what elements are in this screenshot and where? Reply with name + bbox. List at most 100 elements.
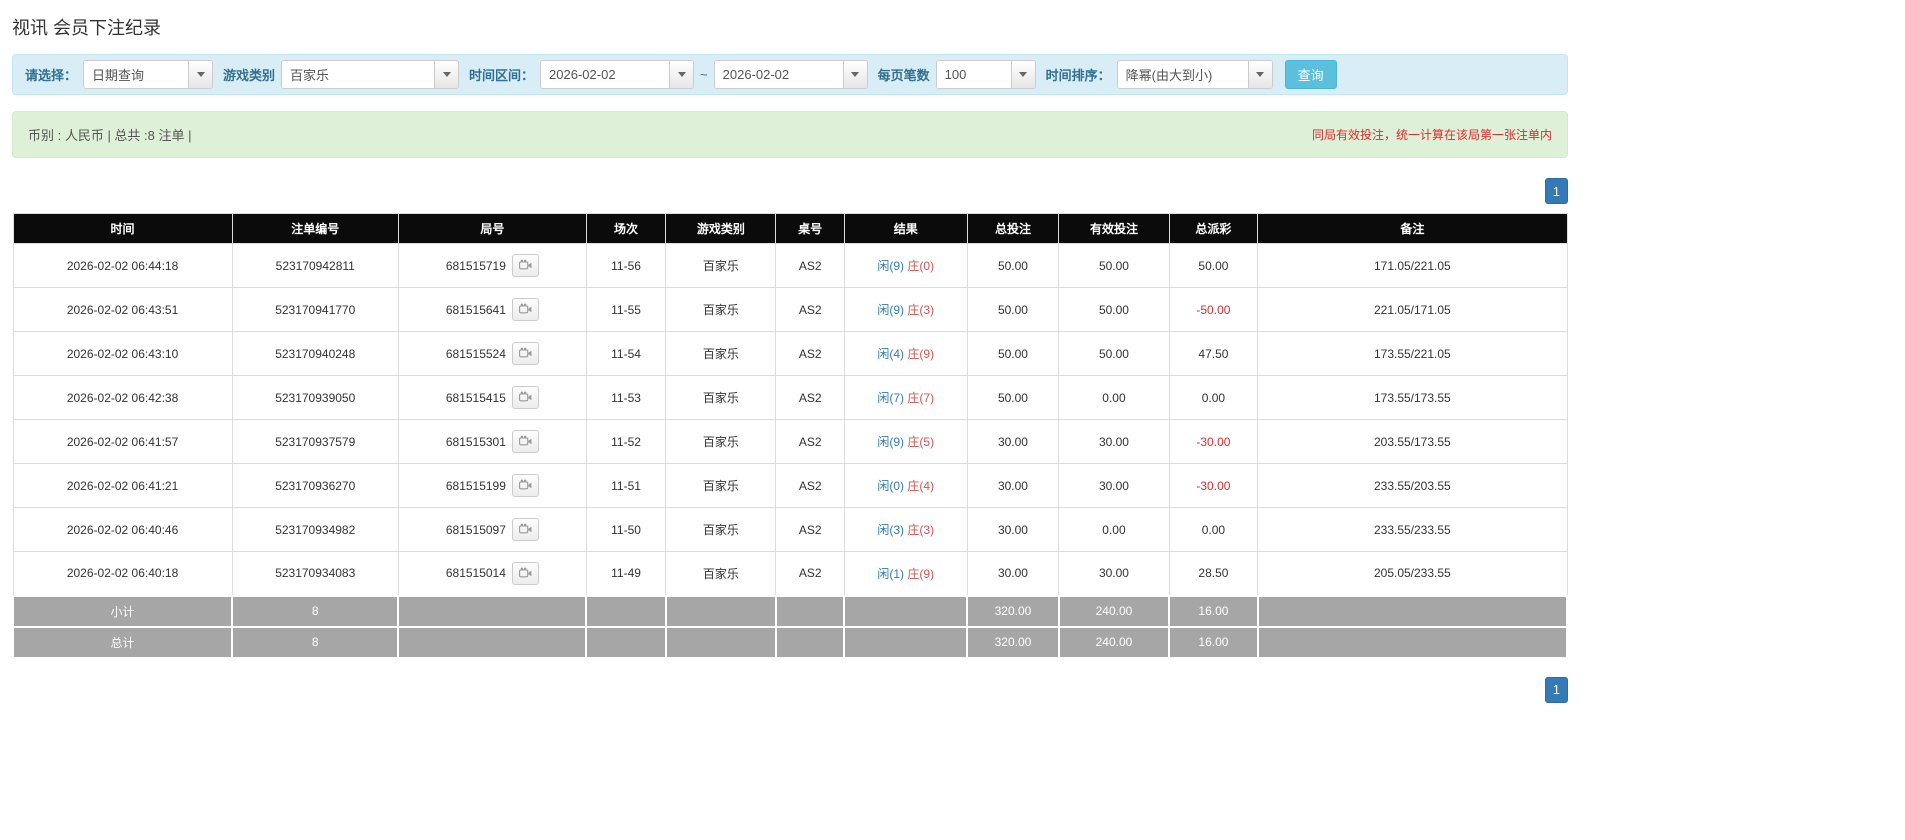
query-type-combobox[interactable] [83,60,214,89]
video-camera-icon [518,478,532,493]
bet-id-cell: 523170937579 [231,419,399,464]
page-1-button[interactable]: 1 [1544,178,1568,204]
sort-label: 时间排序： [1045,68,1111,83]
time-cell: 2026-02-02 06:42:38 [12,375,233,420]
bet-id-cell: 523170941770 [231,287,399,332]
video-camera-icon [518,522,532,537]
note-cell: 173.55/221.05 [1257,331,1568,376]
bet-id-cell: 523170934982 [231,507,399,552]
round-id-cell: 681515641 [397,287,587,332]
video-replay-button[interactable] [511,342,539,365]
caret-down-icon [1019,72,1028,77]
result-banker: 庄(7) [904,391,935,405]
page-1-button[interactable]: 1 [1544,676,1568,703]
session-cell: 11-53 [585,375,667,420]
per-page-input[interactable] [936,61,1011,88]
sort-dropdown-button[interactable] [1247,61,1272,88]
round-id-text: 681515097 [445,522,506,537]
video-replay-button[interactable] [511,386,539,409]
bet-table-summary: 小计 8 320.00 240.00 16.00 总计 8 320.00 240… [11,594,1569,659]
total-bet-cell[interactable]: 50.00 [966,331,1060,376]
time-cell: 2026-02-02 06:40:18 [12,551,233,596]
payout-cell: 0.00 [1168,375,1259,420]
total-bet-cell[interactable]: 50.00 [966,287,1060,332]
bet-row: 2026-02-02 06:42:38 523170939050 681515415… [12,375,1568,420]
subtotal-empty-cell [397,594,588,628]
session-cell: 11-51 [585,463,667,508]
video-replay-button[interactable] [511,430,539,453]
result-banker: 庄(4) [904,479,935,493]
valid-bet-cell: 30.00 [1058,463,1170,508]
result-banker: 庄(3) [904,523,935,537]
pagination-bottom: 1 [12,676,1568,703]
subtotal-label: 小计 [11,594,234,628]
game-type-dropdown-button[interactable] [434,61,459,88]
round-id-cell: 681515014 [397,551,587,596]
game-type-input[interactable] [282,61,435,88]
bet-table-body: 2026-02-02 06:44:18 523170942811 681515719… [12,243,1568,596]
per-page-combobox[interactable] [935,60,1036,89]
subtotal-empty-cell [1256,594,1569,628]
session-cell: 11-55 [585,287,667,332]
valid-bet-cell: 50.00 [1058,331,1170,376]
note-cell: 203.55/173.55 [1257,419,1568,464]
payout-cell: 50.00 [1168,243,1259,288]
total-bet-cell[interactable]: 30.00 [966,507,1060,552]
header-time: 时间 [12,213,233,244]
caret-down-icon [851,72,860,77]
session-cell: 11-56 [585,243,667,288]
game-type-cell: 百家乐 [665,375,777,420]
sort-input[interactable] [1117,61,1248,88]
date-to-picker[interactable] [713,60,868,89]
result-player: 闲(0) [877,479,905,493]
time-cell: 2026-02-02 06:41:21 [12,463,233,508]
game-type-combobox[interactable] [281,60,460,89]
note-cell: 221.05/171.05 [1257,287,1568,332]
round-id-group: 681515524 [446,342,539,365]
video-replay-button[interactable] [511,518,539,541]
result-player: 闲(4) [877,347,905,361]
bet-id-cell: 523170936270 [231,463,399,508]
total-empty-cell [397,625,588,659]
page-title: 视讯 会员下注纪录 [12,18,162,38]
valid-bet-cell: 0.00 [1058,375,1170,420]
date-from-input[interactable] [541,61,670,88]
total-bet-cell[interactable]: 30.00 [966,463,1060,508]
game-type-cell: 百家乐 [665,419,777,464]
query-button[interactable]: 查询 [1284,60,1337,89]
round-id-text: 681515719 [445,258,506,273]
total-label: 总计 [11,625,234,659]
round-id-text: 681515524 [445,346,506,361]
game-type-cell: 百家乐 [665,331,777,376]
date-from-dropdown-button[interactable] [669,61,694,88]
per-page-dropdown-button[interactable] [1010,61,1035,88]
game-type-cell: 百家乐 [665,287,777,332]
date-to-dropdown-button[interactable] [842,61,867,88]
round-id-text: 681515301 [445,434,506,449]
result-player: 闲(9) [877,303,905,317]
query-type-dropdown-button[interactable] [188,61,213,88]
result-cell: 闲(7) 庄(7) [843,375,968,420]
total-bet-cell[interactable]: 50.00 [966,243,1060,288]
sort-combobox[interactable] [1116,60,1273,89]
table-no-cell: AS2 [775,243,845,288]
query-type-input[interactable] [84,61,189,88]
bet-row: 2026-02-02 06:44:18 523170942811 681515719… [12,243,1568,288]
payout-cell: 47.50 [1168,331,1259,376]
subtotal-valid-bet: 240.00 [1057,594,1171,628]
table-no-cell: AS2 [775,331,845,376]
total-bet-cell[interactable]: 30.00 [966,419,1060,464]
result-banker: 庄(0) [904,259,935,273]
game-type-cell: 百家乐 [665,243,777,288]
video-replay-button[interactable] [511,561,539,585]
time-cell: 2026-02-02 06:44:18 [12,243,233,288]
total-bet-cell[interactable]: 50.00 [966,375,1060,420]
video-replay-button[interactable] [511,474,539,497]
subtotal-empty-cell [664,594,777,628]
date-to-input[interactable] [714,61,843,88]
video-replay-button[interactable] [511,254,539,277]
round-id-group: 681515097 [446,518,539,541]
video-replay-button[interactable] [511,298,539,321]
date-from-picker[interactable] [540,60,695,89]
total-bet-cell[interactable]: 30.00 [966,551,1060,596]
